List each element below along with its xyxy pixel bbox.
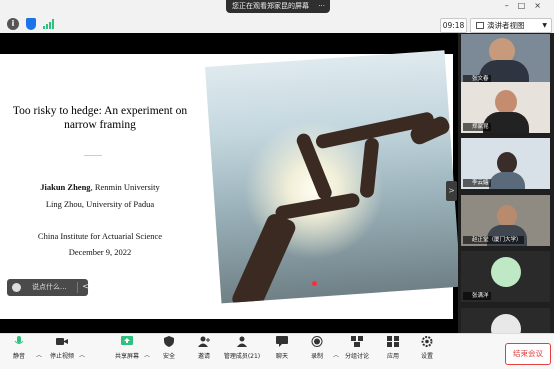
participant-tile[interactable]: 赵正堂（厦门大学） xyxy=(461,195,550,246)
settings-icon xyxy=(421,336,433,347)
participant-name: 李云嫱 xyxy=(463,179,491,187)
meeting-timer: 09:18 xyxy=(440,18,467,33)
breakout-icon xyxy=(351,336,363,347)
participant-tile[interactable] xyxy=(461,308,550,333)
window-controls[interactable]: –□× xyxy=(505,0,550,12)
participant-tile[interactable]: 李云嫱 xyxy=(461,138,550,189)
avatar xyxy=(491,257,521,287)
stop-video-button[interactable]: 停止视频 xyxy=(45,336,79,360)
participant-name: 张满洋 xyxy=(463,292,491,300)
invite-icon xyxy=(198,336,210,347)
collapse-chat-icon[interactable]: < xyxy=(82,279,90,296)
invite-button[interactable]: 邀请 xyxy=(187,336,221,360)
slide-divider xyxy=(84,155,102,156)
slide-title: Too risky to hedge: An experiment on nar… xyxy=(12,105,188,131)
share-options-chevron[interactable]: ︿ xyxy=(144,350,150,359)
participant-tile[interactable]: 郑家昆 xyxy=(461,82,550,133)
emoji-icon[interactable] xyxy=(12,283,21,292)
grid-icon xyxy=(476,22,484,29)
author1-affiliation: , Renmin University xyxy=(90,182,160,192)
end-meeting-button[interactable]: 结束会议 xyxy=(505,343,551,365)
laser-pointer xyxy=(312,281,317,286)
share-screen-icon xyxy=(121,336,133,345)
slide-author2: Ling Zhou, University of Padua xyxy=(45,199,155,209)
apps-button[interactable]: 应用 xyxy=(376,336,410,360)
info-icon[interactable]: i xyxy=(7,18,19,30)
chat-button[interactable]: 聊天 xyxy=(265,336,299,360)
view-mode-button[interactable]: 演讲者视图 ▼ xyxy=(470,18,552,33)
mute-options-chevron[interactable]: ︿ xyxy=(36,350,42,359)
signal-icon[interactable] xyxy=(43,19,54,29)
record-button[interactable]: 录制 xyxy=(300,336,334,360)
slide-date: December 9, 2022 xyxy=(68,247,132,257)
shield-icon[interactable] xyxy=(26,18,36,30)
chat-prompt[interactable]: 说点什么... < xyxy=(7,279,90,296)
shield-icon xyxy=(164,336,174,347)
record-options-chevron[interactable]: ︿ xyxy=(333,350,339,359)
breakout-rooms-button[interactable]: 分组讨论 xyxy=(340,336,374,360)
screen-share-banner[interactable]: 您正在观看郑家昆的屏幕 ··· xyxy=(226,0,330,13)
avatar xyxy=(491,314,521,333)
video-icon xyxy=(56,338,68,345)
manage-members-button[interactable]: 管理成员(21) xyxy=(222,336,262,360)
settings-button[interactable]: 设置 xyxy=(410,336,444,360)
banner-text: 您正在观看郑家昆的屏幕 xyxy=(232,2,309,10)
mute-button[interactable]: 静音 xyxy=(2,336,36,360)
chevron-down-icon: ▼ xyxy=(542,22,547,29)
chat-icon xyxy=(276,336,288,347)
participant-name: 郑家昆 xyxy=(463,123,491,131)
slide-photo xyxy=(205,50,461,304)
apps-icon xyxy=(387,336,399,347)
members-icon xyxy=(237,336,247,347)
participant-name: 赵正堂（厦门大学） xyxy=(463,236,524,244)
participant-tile[interactable]: 张文春 xyxy=(461,34,550,85)
participant-tile[interactable]: 张满洋 xyxy=(461,251,550,302)
share-screen-button[interactable]: 共享屏幕 xyxy=(110,336,144,360)
collapse-gallery-icon[interactable]: > xyxy=(446,181,457,201)
more-icon[interactable]: ··· xyxy=(318,0,325,13)
security-button[interactable]: 安全 xyxy=(152,336,186,360)
mic-icon xyxy=(14,336,24,344)
record-icon xyxy=(311,336,323,347)
chat-placeholder: 说点什么... xyxy=(32,283,67,291)
slide-author1: Jiakun Zheng, Renmin University xyxy=(0,182,200,192)
author1-name: Jiakun Zheng xyxy=(40,182,91,192)
slide-venue: China Institute for Actuarial Science xyxy=(37,231,163,241)
video-options-chevron[interactable]: ︿ xyxy=(79,350,85,359)
view-mode-label: 演讲者视图 xyxy=(487,21,525,30)
